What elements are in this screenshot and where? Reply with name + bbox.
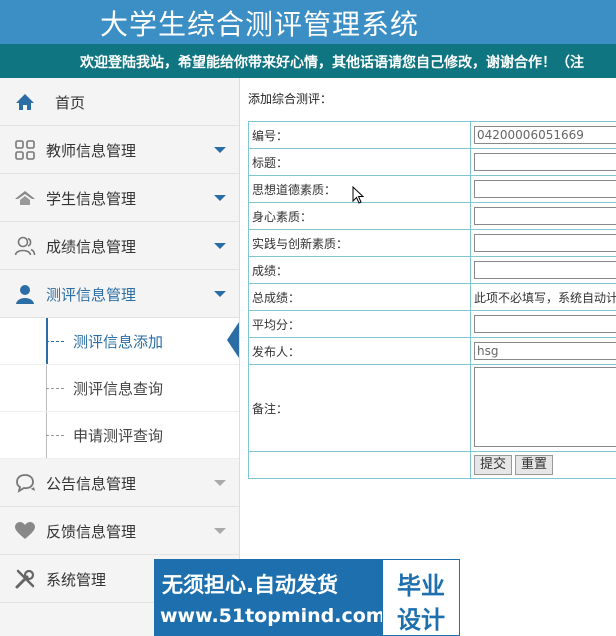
app-header: 大学生综合测评管理系统 — [0, 0, 616, 44]
remark-textarea[interactable] — [474, 366, 616, 447]
publisher-input[interactable] — [474, 342, 616, 360]
average-input[interactable] — [474, 315, 616, 333]
sidebar-item-label: 成绩信息管理 — [46, 238, 137, 256]
app-title: 大学生综合测评管理系统 — [100, 8, 420, 41]
form-title: 添加综合测评： — [248, 92, 333, 106]
welcome-marquee: 欢迎登陆我站，希望能给你带来好心情，其他话语请您自己修改，谢谢合作！（注 — [0, 44, 616, 78]
physical-input[interactable] — [474, 207, 616, 225]
empty-cell — [248, 451, 471, 479]
house-icon — [15, 191, 35, 205]
title-input[interactable] — [474, 153, 616, 171]
chevron-down-icon — [214, 528, 226, 534]
chevron-down-icon — [214, 195, 226, 201]
tree-branch — [46, 388, 64, 389]
tools-icon — [15, 569, 35, 589]
heart-icon — [15, 522, 35, 539]
reset-button[interactable]: 重置 — [515, 455, 554, 475]
sidebar-item-label: 系统管理 — [46, 571, 107, 589]
submit-button[interactable]: 提交 — [474, 455, 513, 475]
sidebar-item-student[interactable]: 学生信息管理 — [0, 174, 239, 222]
sidebar-item-evaluation[interactable]: 测评信息管理 — [0, 270, 239, 318]
submenu-item-label: 测评信息查询 — [73, 380, 164, 398]
practice-input[interactable] — [474, 234, 616, 252]
sidebar-item-label: 学生信息管理 — [46, 190, 137, 208]
banner-right-line2: 设计 — [397, 606, 445, 634]
field-label: 发布人： — [248, 337, 471, 365]
field-label: 编号： — [248, 121, 471, 149]
submenu-item-add[interactable]: 测评信息添加 — [0, 318, 239, 365]
banner-line2: www.51topmind.com — [160, 605, 386, 627]
field-label: 平均分： — [248, 310, 471, 338]
field-label: 标题： — [248, 148, 471, 176]
sidebar-item-label: 首页 — [55, 94, 86, 112]
tree-branch — [46, 341, 64, 342]
chevron-down-icon — [214, 291, 226, 297]
sidebar-item-score[interactable]: 成绩信息管理 — [0, 222, 239, 270]
sidebar-item-notice[interactable]: 公告信息管理 — [0, 459, 239, 507]
sidebar-item-home[interactable]: 首页 — [0, 78, 239, 126]
total-hint: 此项不必填写，系统自动计 — [470, 283, 616, 311]
banner-line1: 无须担心.自动发货 — [162, 573, 338, 597]
submenu-item-apply-query[interactable]: 申请测评查询 — [0, 412, 239, 459]
submenu-item-query[interactable]: 测评信息查询 — [0, 365, 239, 412]
home-icon — [16, 94, 34, 110]
sidebar-item-label: 公告信息管理 — [46, 475, 137, 493]
banner-right: 毕业 设计 — [382, 559, 460, 636]
active-pointer — [227, 322, 239, 358]
field-label: 实践与创新素质： — [248, 229, 471, 257]
main-content: 添加综合测评： 编号： 标题： 思想道德素质： 身心素质： 实践与创新素质： 成… — [240, 78, 616, 636]
evaluation-form: 编号： 标题： 思想道德素质： 身心素质： 实践与创新素质： 成绩： 总成绩： … — [248, 121, 616, 479]
chevron-down-icon — [214, 243, 226, 249]
sidebar-item-teacher[interactable]: 教师信息管理 — [0, 126, 239, 174]
banner-right-line1: 毕业 — [397, 572, 445, 600]
user-icon — [16, 285, 34, 304]
field-label: 备注： — [248, 364, 471, 452]
field-label: 成绩： — [248, 256, 471, 284]
moral-input[interactable] — [474, 180, 616, 198]
watermark-banner: 无须担心.自动发货 www.51topmind.com 毕业 设计 — [154, 559, 460, 636]
users-icon — [14, 236, 36, 256]
number-input[interactable] — [474, 126, 616, 144]
grid-icon — [15, 140, 35, 160]
chat-icon — [16, 474, 35, 493]
score-input[interactable] — [474, 261, 616, 279]
sidebar-item-feedback[interactable]: 反馈信息管理 — [0, 507, 239, 555]
chevron-down-icon — [214, 480, 226, 486]
field-label: 身心素质： — [248, 202, 471, 230]
sidebar-item-label: 教师信息管理 — [46, 142, 137, 160]
banner-left: 无须担心.自动发货 www.51topmind.com — [154, 559, 386, 636]
chevron-down-icon — [214, 147, 226, 153]
submenu-item-label: 申请测评查询 — [73, 427, 164, 445]
tree-branch — [46, 435, 64, 436]
sidebar: 首页 教师信息管理 学生信息管理 成绩信息管理 测评信息管理 测评信息添加 测评… — [0, 78, 240, 636]
sidebar-item-label: 测评信息管理 — [46, 286, 137, 304]
sidebar-item-label: 反馈信息管理 — [46, 523, 137, 541]
evaluation-submenu: 测评信息添加 测评信息查询 申请测评查询 — [0, 318, 239, 459]
submenu-item-label: 测评信息添加 — [73, 333, 164, 351]
marquee-text: 欢迎登陆我站，希望能给你带来好心情，其他话语请您自己修改，谢谢合作！（注 — [80, 55, 584, 71]
field-label: 总成绩： — [248, 283, 471, 311]
mouse-cursor-icon — [352, 186, 364, 204]
